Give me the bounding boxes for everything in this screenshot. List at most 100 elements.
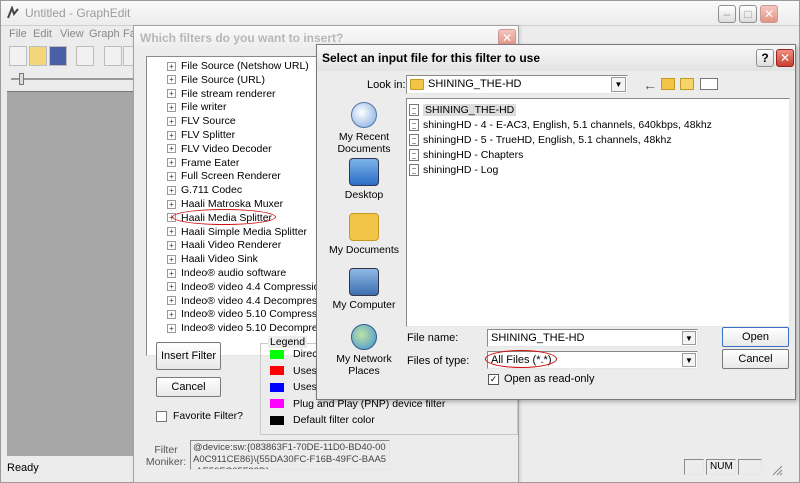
file-name-combobox[interactable]: SHINING_THE-HD ▼ [487,329,698,347]
open-cancel-button[interactable]: Cancel [722,349,789,369]
filter-tree-item[interactable]: + FLV Source [167,114,236,128]
filter-moniker-label: Filter Moniker: [145,444,187,468]
menu-graph[interactable]: Graph [89,28,120,40]
expand-icon[interactable]: + [167,171,176,181]
file-list[interactable]: SHINING_THE-HD shiningHD - 4 - E-AC3, Eng… [406,98,790,327]
legend-swatch [270,415,284,425]
filters-cancel-button[interactable]: Cancel [156,377,221,397]
folder-icon [410,79,424,90]
filter-tree-item[interactable]: + Frame Eater [167,156,239,170]
filter-tree-item[interactable]: + File writer [167,100,227,114]
expand-icon[interactable]: + [167,130,176,140]
seek-slider[interactable] [11,73,136,85]
filter-tree-item-label: Indeo® video 5.10 Compression [181,308,332,321]
file-list-item[interactable]: SHINING_THE-HD [409,102,517,117]
new-icon[interactable] [9,46,27,66]
file-list-item[interactable]: shiningHD - 5 - TrueHD, English, 5.1 cha… [409,132,672,147]
place-desktop[interactable]: Desktop [325,158,403,201]
menu-view[interactable]: View [60,28,84,40]
filter-tree-item[interactable]: + Indeo® video 5.10 Decompressi [167,321,331,335]
file-name-dropdown-button[interactable]: ▼ [682,331,696,345]
filter-tree-item[interactable]: + Haali Video Renderer [167,238,281,252]
status-panel-caps [684,459,704,475]
expand-icon[interactable]: + [167,240,176,250]
filter-tree-item[interactable]: + Full Screen Renderer [167,169,281,183]
resize-grip-icon[interactable] [769,462,783,476]
place-my-documents[interactable]: My Documents [325,213,403,256]
filter-tree-item[interactable]: + Haali Simple Media Splitter [167,225,307,239]
filter-tree-item[interactable]: + File Source (Netshow URL) [167,59,309,73]
filter-moniker-value-box: @device:sw:{083863F1-70DE-11D0-BD40-00A0… [190,440,390,470]
filter-tree-item-label: FLV Source [181,115,236,128]
file-list-item[interactable]: shiningHD - 4 - E-AC3, English, 5.1 chan… [409,117,712,132]
place-my-computer[interactable]: My Computer [325,268,403,311]
files-of-type-dropdown-button[interactable]: ▼ [682,353,696,367]
expand-icon[interactable]: + [167,199,176,209]
new-folder-icon[interactable] [680,78,694,90]
recent-documents-icon [351,102,377,128]
place-my-recent-documents[interactable]: My Recent Documents [325,102,403,155]
filter-tree-item-label: File stream renderer [181,87,276,100]
graphedit-titlebar[interactable]: Untitled - GraphEdit – □ ✕ [1,1,799,26]
open-dialog-close-button[interactable]: ✕ [776,49,794,67]
expand-icon[interactable]: + [167,61,176,71]
file-name-label: File name: [407,332,459,344]
filter-tree-item[interactable]: + Indeo® video 4.4 Decompression [167,294,335,308]
open-button[interactable]: Open [722,327,789,347]
open-dialog-titlebar[interactable]: Select an input file for this filter to … [317,45,795,71]
file-list-item[interactable]: shiningHD - Chapters [409,147,523,162]
filter-tree-item[interactable]: + Indeo® audio software [167,266,286,280]
filter-tree-item-label: FLV Splitter [181,129,236,141]
filter-tree-item[interactable]: + File Source (URL) [167,73,265,87]
expand-icon[interactable]: + [167,323,176,333]
file-list-item-label: shiningHD - Log [423,163,499,176]
seek-slider-thumb[interactable] [19,73,24,85]
open-icon[interactable] [29,46,47,66]
filter-tree-item-label: File writer [181,101,227,114]
filter-tree[interactable]: + File Source (Netshow URL) + File Source (… [146,56,336,356]
expand-icon[interactable]: + [167,144,176,154]
filter-tree-item[interactable]: + Indeo® video 4.4 Compression F [167,280,335,294]
expand-icon[interactable]: + [167,282,176,292]
favorite-filter-checkbox[interactable] [156,411,167,422]
expand-icon[interactable]: + [167,296,176,306]
filter-tree-item[interactable]: + File stream renderer [167,87,276,101]
expand-icon[interactable]: + [167,185,176,195]
print-icon[interactable] [76,46,94,66]
save-icon[interactable] [49,46,67,66]
filter-tree-item[interactable]: + FLV Video Decoder [167,142,272,156]
filter-tree-item-label: FLV Video Decoder [181,142,272,155]
filter-tree-item[interactable]: + Haali Video Sink [167,252,258,266]
filter-tree-item[interactable]: + FLV Splitter [167,128,235,142]
place-my-network-places[interactable]: My Network Places [325,324,403,377]
file-list-item[interactable]: shiningHD - Log [409,162,498,177]
filter-tree-item[interactable]: + Indeo® video 5.10 Compression [167,307,331,321]
open-readonly-checkbox[interactable]: ✓ [488,374,499,385]
expand-icon[interactable]: + [167,158,176,168]
expand-icon[interactable]: + [167,102,176,112]
menu-file[interactable]: File [9,28,27,40]
maximize-button[interactable]: □ [739,5,757,23]
expand-icon[interactable]: + [167,309,176,319]
insert-filter-button[interactable]: Insert Filter [156,342,221,370]
close-button[interactable]: ✕ [760,5,778,23]
filter-moniker-value: @device:sw:{083863F1-70DE-11D0-BD40-00A0… [193,442,387,469]
look-in-combobox[interactable]: SHINING_THE-HD ▼ [406,75,628,94]
expand-icon[interactable]: + [167,116,176,126]
expand-icon[interactable]: + [167,89,176,99]
cut-icon[interactable] [104,46,122,66]
expand-icon[interactable]: + [167,75,176,85]
up-folder-icon[interactable] [661,78,675,90]
look-in-dropdown-button[interactable]: ▼ [611,77,626,92]
graph-canvas[interactable] [7,91,139,456]
help-button[interactable]: ? [756,49,774,67]
expand-icon[interactable]: + [167,227,176,237]
expand-icon[interactable]: + [167,254,176,264]
back-icon[interactable]: ← [643,77,657,93]
filters-dialog-title: Which filters do you want to insert? [140,31,344,45]
view-menu-icon[interactable] [700,78,718,90]
expand-icon[interactable]: + [167,268,176,278]
filter-tree-item[interactable]: + G.711 Codec [167,183,242,197]
menu-edit[interactable]: Edit [33,28,52,40]
minimize-button[interactable]: – [718,5,736,23]
